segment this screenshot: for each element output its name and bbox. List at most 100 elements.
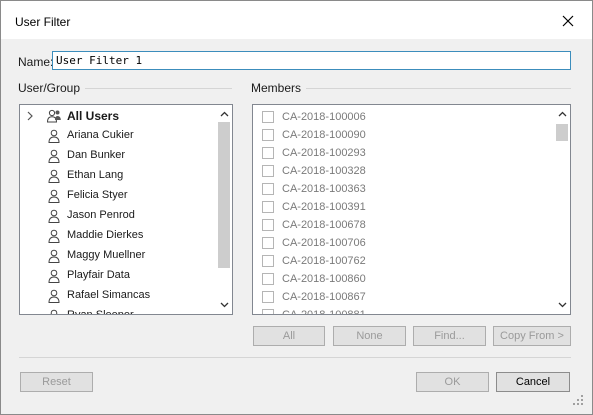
member-label: CA-2018-100090 <box>282 129 366 141</box>
member-checkbox[interactable] <box>262 111 274 123</box>
member-label: CA-2018-100293 <box>282 147 366 159</box>
member-list-item[interactable]: CA-2018-100678 <box>253 217 543 235</box>
name-label: Name: <box>18 55 54 69</box>
user-icon <box>48 249 60 263</box>
user-list-item[interactable]: Ariana Cukier <box>20 126 216 146</box>
user-list-item-label: Maggy Muellner <box>67 249 146 261</box>
member-checkbox[interactable] <box>262 273 274 285</box>
member-checkbox[interactable] <box>262 129 274 141</box>
user-list-item[interactable]: All Users <box>20 106 216 126</box>
user-list-item[interactable]: Jason Penrod <box>20 206 216 226</box>
member-list-item[interactable]: CA-2018-100293 <box>253 145 543 163</box>
member-list-item[interactable]: CA-2018-100006 <box>253 109 543 127</box>
close-icon <box>562 15 574 27</box>
member-list-item[interactable]: CA-2018-100328 <box>253 163 543 181</box>
user-icon <box>48 169 60 183</box>
chevron-down-icon <box>558 302 566 308</box>
user-icon <box>48 189 60 203</box>
scroll-up-arrow[interactable] <box>216 106 232 122</box>
scroll-down-arrow[interactable] <box>554 297 570 313</box>
user-list-scrollbar[interactable] <box>216 105 232 314</box>
member-checkbox[interactable] <box>262 147 274 159</box>
user-list-item[interactable]: Maddie Dierkes <box>20 226 216 246</box>
user-group-list[interactable]: All Users Ariana Cukier Dan Bunker Ethan La… <box>19 104 233 315</box>
chevron-right-icon[interactable] <box>25 109 35 123</box>
chevron-up-icon <box>220 111 228 117</box>
member-list-item[interactable]: CA-2018-100391 <box>253 199 543 217</box>
member-label: CA-2018-100363 <box>282 183 366 195</box>
chevron-up-icon <box>558 111 566 117</box>
copy-from-button[interactable]: Copy From > <box>493 326 571 346</box>
user-filter-dialog: User Filter Name: User Filter 1 User/Gro… <box>0 0 593 415</box>
reset-button[interactable]: Reset <box>20 372 93 392</box>
find-button[interactable]: Find... <box>413 326 486 346</box>
chevron-down-icon <box>220 302 228 308</box>
user-icon <box>48 209 60 223</box>
footer-separator <box>19 357 571 358</box>
user-list-item[interactable]: Rafael Simancas <box>20 286 216 306</box>
name-input[interactable]: User Filter 1 <box>52 51 571 70</box>
user-list-item[interactable]: Maggy Muellner <box>20 246 216 266</box>
user-list-item-label: Ariana Cukier <box>67 129 134 141</box>
member-checkbox[interactable] <box>262 165 274 177</box>
scroll-thumb[interactable] <box>556 124 568 141</box>
user-icon <box>50 309 58 314</box>
user-list-item-label: Rafael Simancas <box>67 289 151 301</box>
member-checkbox[interactable] <box>262 237 274 249</box>
none-button[interactable]: None <box>333 326 406 346</box>
all-button[interactable]: All <box>253 326 325 346</box>
member-label: CA-2018-100860 <box>282 273 366 285</box>
member-label: CA-2018-100006 <box>282 111 366 123</box>
member-checkbox[interactable] <box>262 255 274 267</box>
member-list-item[interactable]: CA-2018-100867 <box>253 289 543 307</box>
user-list-item[interactable]: Ryan Sleeper <box>20 306 216 315</box>
member-list-item[interactable]: CA-2018-100363 <box>253 181 543 199</box>
user-list-item[interactable]: Playfair Data <box>20 266 216 286</box>
close-button[interactable] <box>551 7 585 35</box>
group-icon <box>46 109 61 123</box>
user-icon <box>48 129 60 143</box>
member-checkbox[interactable] <box>262 309 274 314</box>
user-list-item[interactable]: Felicia Styer <box>20 186 216 206</box>
user-icon <box>48 269 60 283</box>
scroll-thumb[interactable] <box>218 122 230 268</box>
member-checkbox[interactable] <box>262 201 274 213</box>
window-title: User Filter <box>15 15 71 29</box>
cancel-button[interactable]: Cancel <box>496 372 570 392</box>
user-list-item-label: Jason Penrod <box>67 209 135 221</box>
scroll-down-arrow[interactable] <box>216 297 232 313</box>
member-label: CA-2018-100328 <box>282 165 366 177</box>
member-checkbox[interactable] <box>262 291 274 303</box>
user-icon <box>48 149 60 163</box>
member-list-item[interactable]: CA-2018-100881 <box>253 307 543 315</box>
user-list-item-label: Ryan Sleeper <box>67 309 134 315</box>
members-list[interactable]: CA-2018-100006 CA-2018-100090 CA-2018-1002… <box>252 104 571 315</box>
user-list-item-label: All Users <box>67 109 120 123</box>
members-label: Members <box>251 81 307 95</box>
user-list-item-label: Playfair Data <box>67 269 130 281</box>
user-list-item-label: Maddie Dierkes <box>67 229 144 241</box>
member-list-item[interactable]: CA-2018-100090 <box>253 127 543 145</box>
user-icon <box>48 229 60 243</box>
scroll-up-arrow[interactable] <box>554 106 570 122</box>
ok-button[interactable]: OK <box>416 372 489 392</box>
member-label: CA-2018-100867 <box>282 291 366 303</box>
member-list-item[interactable]: CA-2018-100762 <box>253 253 543 271</box>
user-list-item[interactable]: Ethan Lang <box>20 166 216 186</box>
resize-grip-icon[interactable] <box>571 393 585 407</box>
member-checkbox[interactable] <box>262 183 274 195</box>
member-label: CA-2018-100762 <box>282 255 366 267</box>
member-label: CA-2018-100706 <box>282 237 366 249</box>
user-icon <box>48 289 60 303</box>
member-list-item[interactable]: CA-2018-100860 <box>253 271 543 289</box>
member-list-item[interactable]: CA-2018-100706 <box>253 235 543 253</box>
member-checkbox[interactable] <box>262 219 274 231</box>
member-label: CA-2018-100881 <box>282 309 366 315</box>
title-bar: User Filter <box>1 1 592 39</box>
members-list-scrollbar[interactable] <box>554 105 570 314</box>
user-list-item[interactable]: Dan Bunker <box>20 146 216 166</box>
member-label: CA-2018-100391 <box>282 201 366 213</box>
user-list-item-label: Felicia Styer <box>67 189 128 201</box>
user-group-label: User/Group <box>18 81 86 95</box>
member-label: CA-2018-100678 <box>282 219 366 231</box>
